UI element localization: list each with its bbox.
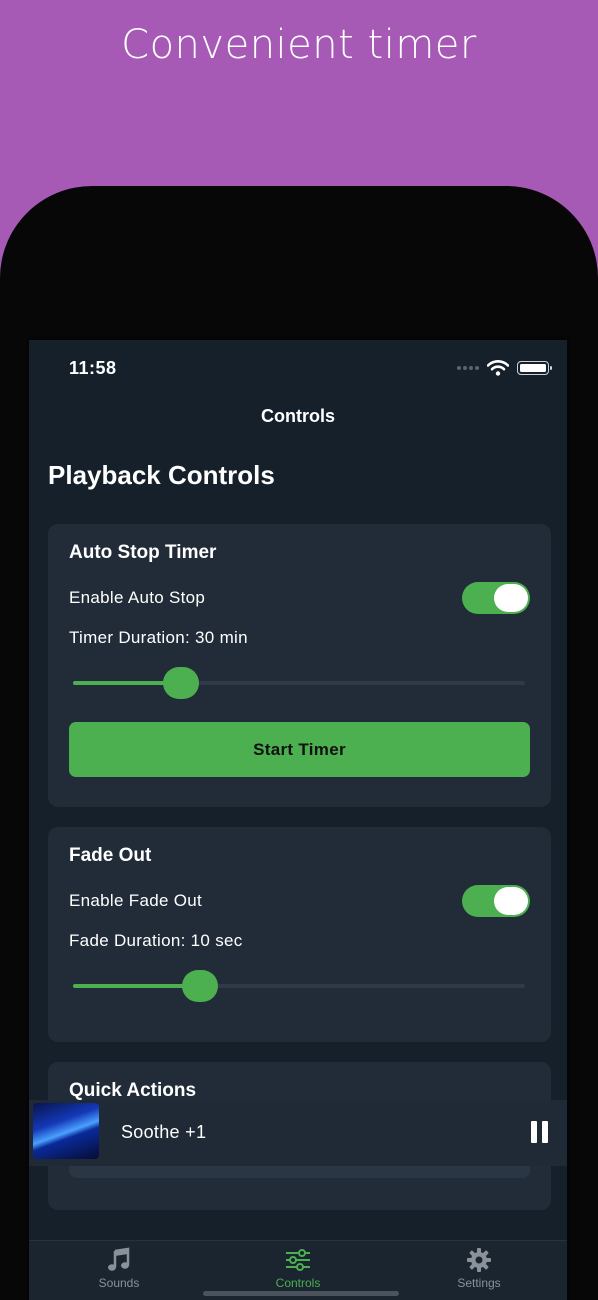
page-title: Playback Controls bbox=[48, 460, 275, 490]
auto-stop-toggle[interactable] bbox=[462, 582, 530, 614]
tab-settings[interactable]: Settings bbox=[419, 1247, 539, 1290]
cellular-signal-icon bbox=[457, 366, 479, 370]
fade-out-title: Fade Out bbox=[69, 845, 152, 866]
toggle-knob bbox=[494, 887, 528, 915]
timer-duration-label: Timer Duration: 30 min bbox=[69, 628, 248, 647]
tab-label: Settings bbox=[457, 1276, 501, 1290]
status-icons bbox=[457, 360, 552, 376]
tab-label: Sounds bbox=[98, 1276, 140, 1290]
fade-duration-label: Fade Duration: 10 sec bbox=[69, 931, 243, 950]
music-note-icon bbox=[108, 1247, 130, 1271]
album-art bbox=[33, 1103, 99, 1159]
enable-auto-stop-label: Enable Auto Stop bbox=[69, 588, 206, 607]
track-name: Soothe +1 bbox=[121, 1122, 207, 1142]
enable-fade-out-label: Enable Fade Out bbox=[69, 891, 203, 910]
timer-duration-slider[interactable] bbox=[73, 667, 525, 699]
start-timer-button[interactable]: Start Timer bbox=[69, 722, 530, 777]
auto-stop-card: Auto Stop Timer Enable Auto Stop Timer D… bbox=[48, 524, 551, 807]
battery-icon bbox=[517, 361, 552, 375]
toggle-knob bbox=[494, 584, 528, 612]
pause-icon[interactable] bbox=[531, 1121, 549, 1143]
app-screen: 11:58 Controls Playback Controls Auto St… bbox=[26, 337, 570, 1300]
quick-actions-title: Quick Actions bbox=[69, 1080, 197, 1101]
fade-duration-slider[interactable] bbox=[73, 970, 525, 1002]
nav-title: Controls bbox=[261, 406, 335, 426]
mini-player[interactable]: Soothe +1 bbox=[29, 1100, 567, 1166]
sliders-icon bbox=[286, 1249, 310, 1271]
status-time: 11:58 bbox=[69, 358, 117, 378]
slider-fill bbox=[73, 984, 200, 988]
fade-out-card: Fade Out Enable Fade Out Fade Duration: … bbox=[48, 827, 551, 1042]
gear-icon bbox=[467, 1248, 491, 1272]
slider-thumb[interactable] bbox=[182, 970, 218, 1002]
wifi-icon bbox=[487, 360, 509, 376]
status-bar: 11:58 bbox=[29, 340, 567, 390]
fade-out-toggle[interactable] bbox=[462, 885, 530, 917]
slider-thumb[interactable] bbox=[163, 667, 199, 699]
tab-label: Controls bbox=[275, 1276, 321, 1290]
tab-sounds[interactable]: Sounds bbox=[59, 1247, 179, 1290]
tab-controls[interactable]: Controls bbox=[238, 1247, 358, 1290]
promo-headline: Convenient timer bbox=[121, 22, 477, 68]
auto-stop-title: Auto Stop Timer bbox=[69, 542, 217, 563]
home-indicator bbox=[203, 1291, 399, 1296]
